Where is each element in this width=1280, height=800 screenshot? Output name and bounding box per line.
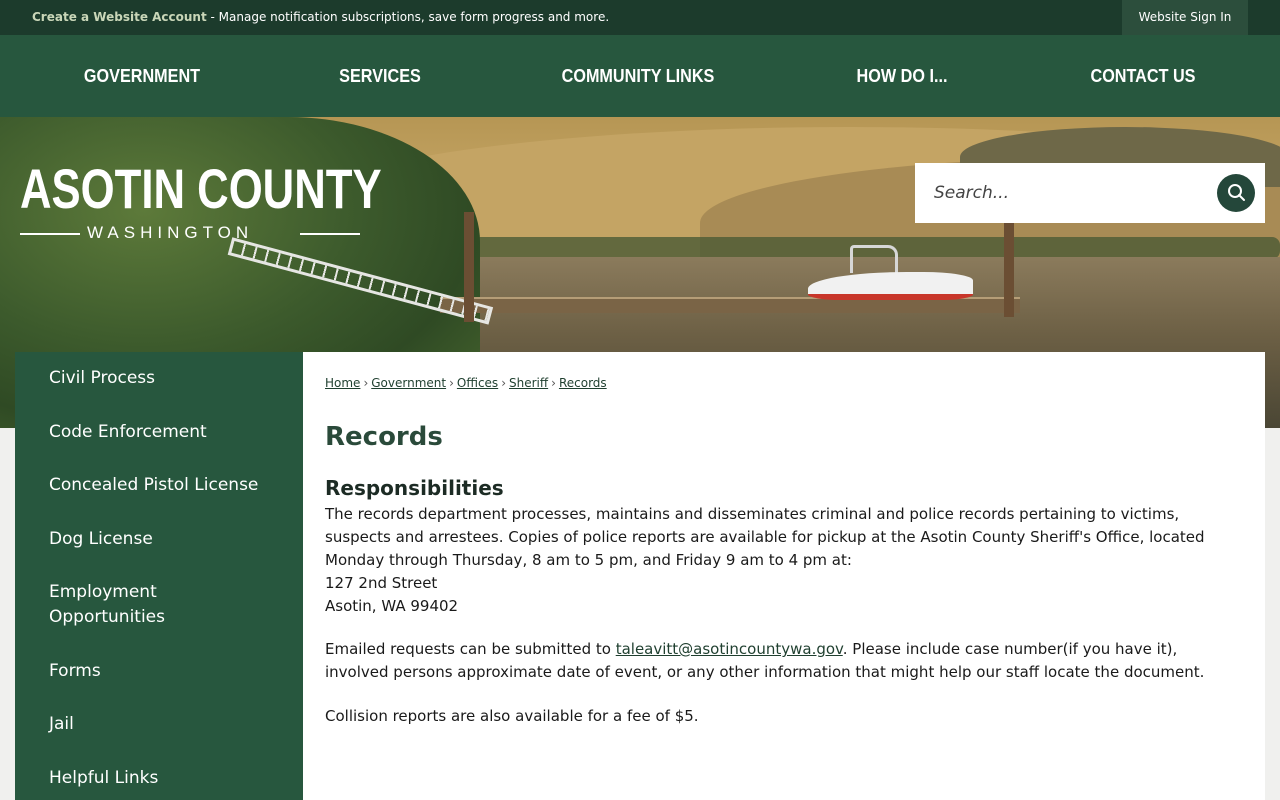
- sidebar-item-forms[interactable]: Forms: [49, 659, 289, 684]
- collision-reports-text: Collision reports are also available for…: [325, 707, 699, 725]
- breadcrumb-offices[interactable]: Offices: [457, 376, 498, 390]
- breadcrumb-home[interactable]: Home: [325, 376, 360, 390]
- email-link[interactable]: taleavitt@asotincountywa.gov: [616, 640, 843, 658]
- sidebar-item-code-enforcement[interactable]: Code Enforcement: [49, 420, 289, 445]
- nav-contact-us[interactable]: CONTACT US: [1070, 35, 1216, 117]
- email-prefix-text: Emailed requests can be submitted to: [325, 640, 616, 658]
- logo-subtitle-row: WASHINGTON: [20, 223, 360, 245]
- search-box: [915, 163, 1265, 223]
- search-button[interactable]: [1217, 174, 1255, 212]
- nav-government[interactable]: GOVERNMENT: [70, 35, 214, 117]
- breadcrumb-sheriff[interactable]: Sheriff: [509, 376, 548, 390]
- address-line-1: 127 2nd Street: [325, 574, 438, 592]
- hero-dock-post: [464, 212, 474, 322]
- notification-bar: Create a Website Account - Manage notifi…: [0, 0, 1280, 35]
- nav-community-links[interactable]: COMMUNITY LINKS: [548, 35, 728, 117]
- hero-dock-post: [1004, 222, 1014, 317]
- main-nav: GOVERNMENT SERVICES COMMUNITY LINKS HOW …: [0, 35, 1280, 117]
- email-instructions: Emailed requests can be submitted to tal…: [325, 638, 1235, 684]
- logo-title: ASOTIN COUNTY: [20, 157, 382, 220]
- sidebar-item-civil-process[interactable]: Civil Process: [49, 366, 289, 391]
- page-title: Records: [325, 422, 443, 452]
- account-benefits-text: - Manage notification subscriptions, sav…: [206, 10, 610, 24]
- nav-services[interactable]: SERVICES: [308, 35, 452, 117]
- sidebar-item-employment-opportunities[interactable]: Employment Opportunities: [49, 580, 199, 630]
- logo-divider: [300, 233, 360, 235]
- search-icon: [1228, 184, 1245, 201]
- sidebar-nav: Civil Process Code Enforcement Concealed…: [15, 352, 303, 800]
- sidebar-item-dog-license[interactable]: Dog License: [49, 527, 289, 552]
- sign-in-button[interactable]: Website Sign In: [1122, 0, 1248, 35]
- breadcrumb-separator: ›: [449, 376, 454, 390]
- nav-how-do-i[interactable]: HOW DO I...: [830, 35, 974, 117]
- logo-divider: [20, 233, 80, 235]
- breadcrumb: Home › Government › Offices › Sheriff › Records: [325, 376, 607, 390]
- search-input[interactable]: [915, 163, 1205, 223]
- address-line-2: Asotin, WA 99402: [325, 597, 459, 615]
- breadcrumb-separator: ›: [363, 376, 369, 390]
- sidebar-item-helpful-links[interactable]: Helpful Links: [49, 766, 289, 791]
- section-title: Responsibilities: [325, 476, 504, 500]
- sidebar-item-jail[interactable]: Jail: [49, 712, 289, 737]
- breadcrumb-government[interactable]: Government: [371, 376, 446, 390]
- breadcrumb-records[interactable]: Records: [559, 376, 607, 390]
- records-description: The records department processes, mainta…: [325, 505, 1205, 569]
- main-content: Home › Government › Offices › Sheriff › Records …: [303, 352, 1265, 800]
- breadcrumb-separator: ›: [551, 376, 556, 390]
- hero-boat-tower: [850, 245, 898, 273]
- create-account-link[interactable]: Create a Website Account: [32, 10, 207, 24]
- sidebar-item-concealed-pistol-license[interactable]: Concealed Pistol License: [49, 473, 289, 498]
- logo-subtitle: WASHINGTON: [87, 223, 254, 242]
- breadcrumb-separator: ›: [501, 376, 506, 390]
- site-logo[interactable]: ASOTIN COUNTY WASHINGTON: [20, 157, 382, 245]
- notification-text: Create a Website Account - Manage notifi…: [32, 10, 609, 24]
